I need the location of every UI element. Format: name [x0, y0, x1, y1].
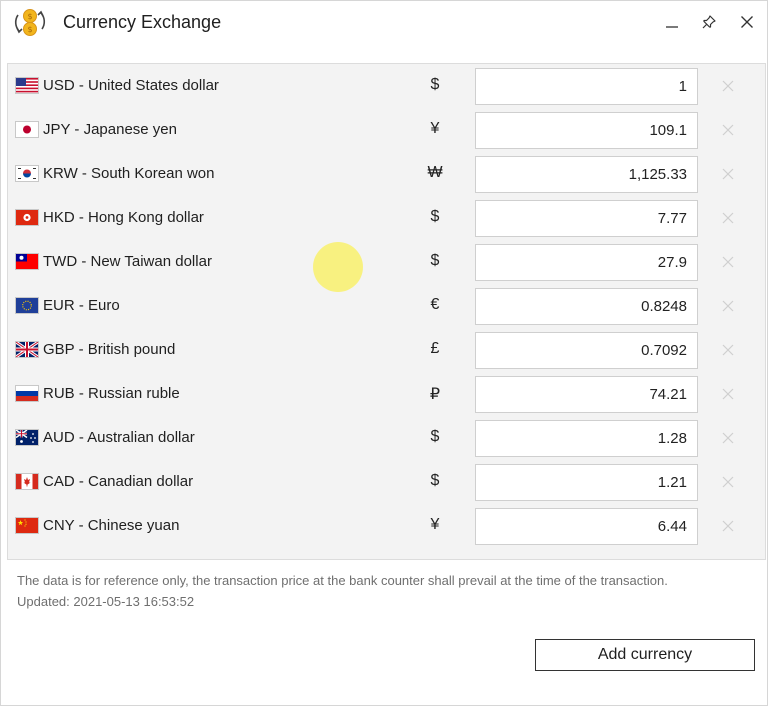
amount-input[interactable]	[475, 288, 698, 325]
currency-row-cny: CNY - Chinese yuan ¥	[8, 504, 765, 548]
currency-name: KRW - South Korean won	[43, 165, 215, 182]
currency-symbol: $	[430, 472, 440, 489]
currency-row-krw: KRW - South Korean won ₩	[8, 152, 765, 196]
kr-flag-icon	[15, 165, 39, 182]
currency-row-aud: AUD - Australian dollar $	[8, 416, 765, 460]
currency-name: USD - United States dollar	[43, 77, 219, 94]
updated-timestamp: Updated: 2021-05-13 16:53:52	[17, 594, 195, 609]
add-currency-button[interactable]: Add currency	[535, 639, 755, 671]
currency-exchange-app-icon: $ $	[13, 5, 47, 39]
remove-icon	[722, 388, 734, 400]
amount-input[interactable]	[475, 332, 698, 369]
remove-currency-button[interactable]	[719, 385, 737, 403]
pin-icon	[702, 15, 716, 29]
amount-input[interactable]	[475, 112, 698, 149]
remove-currency-button[interactable]	[719, 209, 737, 227]
remove-currency-button[interactable]	[719, 517, 737, 535]
amount-input[interactable]	[475, 508, 698, 545]
currency-name: AUD - Australian dollar	[43, 429, 195, 446]
currency-name: CAD - Canadian dollar	[43, 473, 194, 490]
currency-symbol: ₩	[427, 164, 443, 181]
currency-list: USD - United States dollar $ JPY - Japan…	[7, 63, 766, 560]
amount-input[interactable]	[475, 200, 698, 237]
au-flag-icon	[15, 429, 39, 446]
amount-input[interactable]	[475, 156, 698, 193]
currency-symbol: ¥	[430, 516, 440, 533]
currency-row-cad: CAD - Canadian dollar $	[8, 460, 765, 504]
title-bar: $ $ Currency Exchange	[1, 1, 767, 43]
ca-flag-icon	[15, 473, 39, 490]
jp-flag-icon	[15, 121, 39, 138]
currency-name: EUR - Euro	[43, 297, 120, 314]
currency-row-rub: RUB - Russian ruble ₽	[8, 372, 765, 416]
remove-currency-button[interactable]	[719, 297, 737, 315]
remove-icon	[722, 212, 734, 224]
remove-currency-button[interactable]	[719, 77, 737, 95]
currency-row-gbp: GBP - British pound £	[8, 328, 765, 372]
ru-flag-icon	[15, 385, 39, 402]
currency-symbol: £	[430, 340, 440, 357]
currency-name: HKD - Hong Kong dollar	[43, 209, 204, 226]
remove-icon	[722, 256, 734, 268]
currency-symbol: $	[430, 252, 440, 269]
remove-icon	[722, 80, 734, 92]
remove-icon	[722, 300, 734, 312]
currency-row-eur: EUR - Euro €	[8, 284, 765, 328]
pin-button[interactable]	[695, 9, 723, 35]
amount-input[interactable]	[475, 68, 698, 105]
currency-exchange-window: $ $ Currency Exchange USD - United State…	[0, 0, 768, 706]
close-icon	[741, 16, 753, 28]
remove-icon	[722, 476, 734, 488]
currency-symbol: $	[430, 208, 440, 225]
tw-flag-icon	[15, 253, 39, 270]
remove-currency-button[interactable]	[719, 429, 737, 447]
svg-text:$: $	[27, 25, 32, 34]
currency-name: RUB - Russian ruble	[43, 385, 180, 402]
currency-name: JPY - Japanese yen	[43, 121, 177, 138]
minimize-button[interactable]	[658, 9, 686, 35]
remove-icon	[722, 520, 734, 532]
remove-currency-button[interactable]	[719, 341, 737, 359]
amount-input[interactable]	[475, 420, 698, 457]
minimize-icon	[666, 26, 678, 28]
currency-row-twd: TWD - New Taiwan dollar $	[8, 240, 765, 284]
currency-symbol: ₽	[429, 386, 441, 403]
us-flag-icon	[15, 77, 39, 94]
remove-icon	[722, 124, 734, 136]
currency-name: GBP - British pound	[43, 341, 176, 358]
remove-currency-button[interactable]	[719, 165, 737, 183]
svg-text:$: $	[27, 12, 32, 21]
remove-icon	[722, 344, 734, 356]
currency-row-usd: USD - United States dollar $	[8, 64, 765, 108]
window-title: Currency Exchange	[63, 12, 222, 32]
currency-symbol: $	[430, 76, 440, 93]
currency-row-hkd: HKD - Hong Kong dollar $	[8, 196, 765, 240]
disclaimer-note: The data is for reference only, the tran…	[17, 573, 668, 588]
close-button[interactable]	[733, 9, 761, 35]
remove-icon	[722, 432, 734, 444]
eu-flag-icon	[15, 297, 39, 314]
currency-name: TWD - New Taiwan dollar	[43, 253, 212, 270]
amount-input[interactable]	[475, 376, 698, 413]
currency-symbol: ¥	[430, 120, 440, 137]
remove-currency-button[interactable]	[719, 121, 737, 139]
remove-icon	[722, 168, 734, 180]
amount-input[interactable]	[475, 244, 698, 281]
remove-currency-button[interactable]	[719, 253, 737, 271]
remove-currency-button[interactable]	[719, 473, 737, 491]
currency-symbol: $	[430, 428, 440, 445]
cn-flag-icon	[15, 517, 39, 534]
currency-symbol: €	[430, 296, 440, 313]
currency-row-jpy: JPY - Japanese yen ¥	[8, 108, 765, 152]
hk-flag-icon	[15, 209, 39, 226]
gb-flag-icon	[15, 341, 39, 358]
currency-name: CNY - Chinese yuan	[43, 517, 180, 534]
amount-input[interactable]	[475, 464, 698, 501]
